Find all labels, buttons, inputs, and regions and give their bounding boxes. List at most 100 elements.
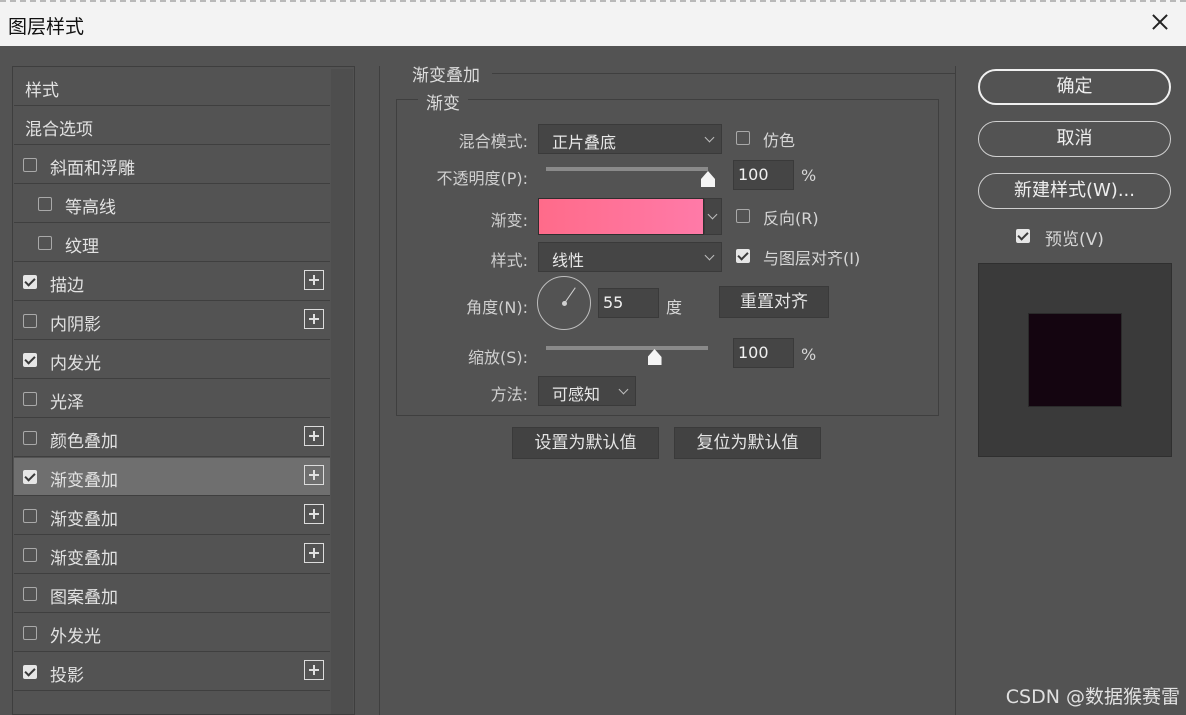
preview-swatch (1028, 313, 1122, 407)
angle-input[interactable]: 55 (598, 288, 659, 318)
style-list-item[interactable]: 等高线 (14, 185, 330, 223)
style-list-item-label: 等高线 (65, 198, 116, 218)
style-enable-checkbox[interactable] (23, 509, 37, 523)
angle-label: 角度(N): (466, 298, 528, 317)
ok-button[interactable]: 确定 (978, 69, 1171, 105)
scale-label: 缩放(S): (467, 348, 528, 367)
preview-thumbnail (978, 263, 1172, 457)
chevron-down-icon (704, 250, 715, 261)
preview-checkbox[interactable] (1016, 229, 1030, 243)
scale-slider-track[interactable] (546, 346, 708, 350)
align-with-layer-checkbox[interactable] (736, 249, 750, 263)
group-title: 渐变叠加 (412, 66, 480, 86)
style-list-item[interactable]: 光泽 (14, 380, 330, 418)
style-dropdown[interactable]: 线性 (538, 242, 722, 272)
close-icon[interactable] (1148, 10, 1172, 34)
section-title: 渐变 (418, 89, 468, 114)
dither-label: 仿色 (763, 131, 796, 150)
align-with-layer-label: 与图层对齐(I) (763, 249, 861, 268)
chevron-down-icon (704, 132, 715, 143)
style-list-item-label: 纹理 (65, 237, 99, 257)
style-list-item[interactable]: 渐变叠加 (14, 458, 330, 496)
blend-mode-label: 混合模式: (458, 132, 528, 151)
opacity-input[interactable]: 100 (733, 160, 794, 190)
opacity-slider-track[interactable] (546, 167, 708, 171)
add-effect-plus-icon[interactable] (304, 465, 324, 485)
style-list-item-label: 颜色叠加 (50, 432, 118, 452)
style-list-item[interactable]: 外发光 (14, 614, 330, 652)
add-effect-plus-icon[interactable] (304, 426, 324, 446)
style-list-item-label: 光泽 (50, 393, 84, 413)
divider (379, 66, 380, 715)
blend-mode-dropdown[interactable]: 正片叠底 (538, 124, 722, 154)
chevron-down-icon (707, 209, 718, 220)
style-enable-checkbox[interactable] (23, 158, 37, 172)
add-effect-plus-icon[interactable] (304, 660, 324, 680)
watermark: CSDN @数据猴赛雷 (1005, 686, 1180, 708)
style-list-item-label: 渐变叠加 (50, 471, 118, 491)
style-list-item-label: 外发光 (50, 627, 101, 647)
dither-checkbox[interactable] (736, 131, 750, 145)
style-list-item-label: 混合选项 (25, 120, 93, 140)
method-value: 可感知 (552, 385, 601, 404)
cancel-button[interactable]: 取消 (978, 121, 1171, 157)
add-effect-plus-icon[interactable] (304, 309, 324, 329)
style-list-item[interactable]: 内发光 (14, 341, 330, 379)
style-list-item[interactable]: 渐变叠加 (14, 497, 330, 535)
gradient-swatch[interactable] (538, 198, 704, 235)
title-bar: 图层样式 (0, 0, 1186, 46)
opacity-label: 不透明度(P): (436, 169, 528, 188)
style-list-item-label: 样式 (25, 81, 59, 101)
set-as-default-button[interactable]: 设置为默认值 (512, 427, 659, 459)
style-list-scrollbar[interactable] (331, 69, 353, 714)
scale-unit: % (801, 345, 817, 364)
window-title: 图层样式 (8, 16, 85, 38)
reset-to-default-button[interactable]: 复位为默认值 (674, 427, 821, 459)
opacity-unit: % (801, 166, 817, 185)
reset-alignment-button[interactable]: 重置对齐 (719, 286, 829, 318)
style-list-item[interactable]: 颜色叠加 (14, 419, 330, 457)
style-list-item[interactable]: 图案叠加 (14, 575, 330, 613)
style-list-item[interactable]: 混合选项 (14, 107, 330, 145)
style-list-item[interactable]: 样式 (14, 68, 330, 106)
angle-unit: 度 (666, 298, 683, 317)
style-enable-checkbox[interactable] (23, 431, 37, 445)
style-list-item-label: 投影 (50, 666, 84, 686)
style-list-item-label: 内阴影 (50, 315, 101, 335)
group-divider (492, 73, 955, 74)
style-list-item[interactable]: 描边 (14, 263, 330, 301)
style-enable-checkbox[interactable] (23, 626, 37, 640)
style-list-item-label: 图案叠加 (50, 588, 118, 608)
style-enable-checkbox[interactable] (23, 314, 37, 328)
style-list-item[interactable]: 内阴影 (14, 302, 330, 340)
add-effect-plus-icon[interactable] (304, 543, 324, 563)
style-enable-checkbox[interactable] (23, 392, 37, 406)
style-list-item[interactable]: 渐变叠加 (14, 536, 330, 574)
add-effect-plus-icon[interactable] (304, 504, 324, 524)
style-enable-checkbox[interactable] (38, 236, 52, 250)
style-enable-checkbox[interactable] (38, 197, 52, 211)
style-enable-checkbox[interactable] (23, 548, 37, 562)
style-label: 样式: (490, 251, 528, 270)
style-enable-checkbox[interactable] (23, 353, 37, 367)
style-enable-checkbox[interactable] (23, 275, 37, 289)
style-value: 线性 (552, 251, 585, 270)
style-list-item[interactable]: 纹理 (14, 224, 330, 262)
scale-input[interactable]: 100 (733, 338, 794, 368)
style-list-item[interactable]: 斜面和浮雕 (14, 146, 330, 184)
style-enable-checkbox[interactable] (23, 587, 37, 601)
reverse-checkbox[interactable] (736, 209, 750, 223)
gradient-picker-dropdown[interactable] (704, 198, 722, 235)
style-list-item[interactable]: 投影 (14, 653, 330, 691)
style-list-item-label: 斜面和浮雕 (50, 159, 135, 179)
method-dropdown[interactable]: 可感知 (538, 376, 636, 406)
new-style-button[interactable]: 新建样式(W)... (978, 173, 1171, 209)
style-list-item-label: 渐变叠加 (50, 549, 118, 569)
angle-dial[interactable] (537, 276, 591, 330)
method-label: 方法: (490, 385, 528, 404)
style-enable-checkbox[interactable] (23, 470, 37, 484)
style-enable-checkbox[interactable] (23, 665, 37, 679)
style-list-item-label: 描边 (50, 276, 84, 296)
style-list-panel: 样式 混合选项 斜面和浮雕 等高线 纹理 描边 内阴影 内发光 光泽 颜色叠加 渐变叠加 渐变叠加 渐变… (12, 66, 355, 715)
add-effect-plus-icon[interactable] (304, 270, 324, 290)
